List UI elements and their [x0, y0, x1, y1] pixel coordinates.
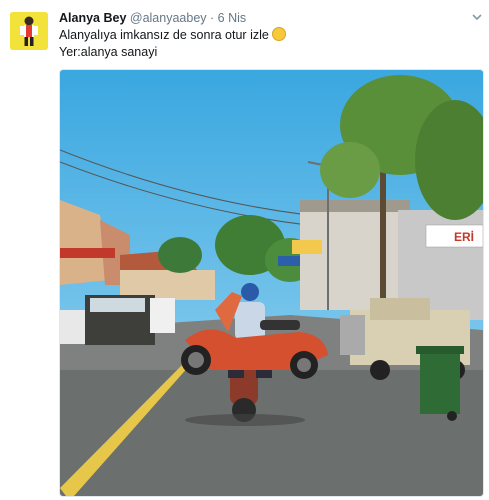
tweet-text-line-2: Yer:alanya sanayi — [59, 45, 157, 59]
header-separator: · — [210, 11, 215, 25]
tweet-date[interactable]: 6 Nis — [218, 11, 246, 25]
shop-sign-text: ERİ — [454, 229, 474, 244]
tweet-header: Alanya Bey @alanyaabey · 6 Nis — [59, 11, 246, 25]
street-scene-image: ERİ — [60, 70, 483, 496]
face-with-tears-of-joy-icon — [271, 27, 286, 41]
chevron-down-icon[interactable] — [471, 12, 483, 22]
tweet-text-line-1: Alanyalıya imkansız de sonra otur izle — [59, 27, 286, 42]
avatar[interactable] — [10, 12, 48, 50]
tweet-text: Alanyalıya imkansız de sonra otur izle — [59, 28, 269, 42]
author-handle[interactable]: @alanyaabey — [130, 11, 207, 25]
author-name[interactable]: Alanya Bey — [59, 11, 126, 25]
tweet-photo[interactable]: ERİ — [59, 69, 484, 497]
tweet-card: Alanya Bey @alanyaabey · 6 Nis Alanyalıy… — [0, 0, 489, 500]
avatar-figure-icon — [10, 12, 48, 50]
tweet-location-text: Yer:alanya sanayi — [59, 45, 158, 59]
